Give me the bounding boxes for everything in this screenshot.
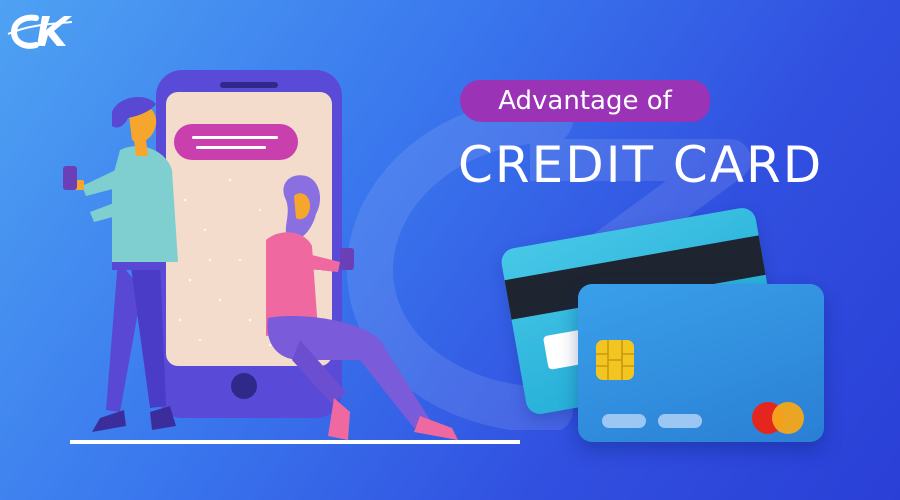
mastercard-yellow-circle (772, 402, 804, 434)
heading-pill: Advantage of (460, 80, 710, 122)
mastercard-logo-icon (752, 402, 808, 436)
chip-icon (596, 340, 634, 380)
front-credit-card (578, 284, 824, 442)
banner: Advantage of CREDIT CARD (0, 0, 900, 500)
page-title: CREDIT CARD (458, 136, 824, 194)
card-number-segment (602, 414, 646, 428)
ground-line (70, 440, 520, 444)
pill-label: Advantage of (498, 86, 672, 116)
card-number-segment (658, 414, 702, 428)
chat-bubble (174, 124, 298, 160)
